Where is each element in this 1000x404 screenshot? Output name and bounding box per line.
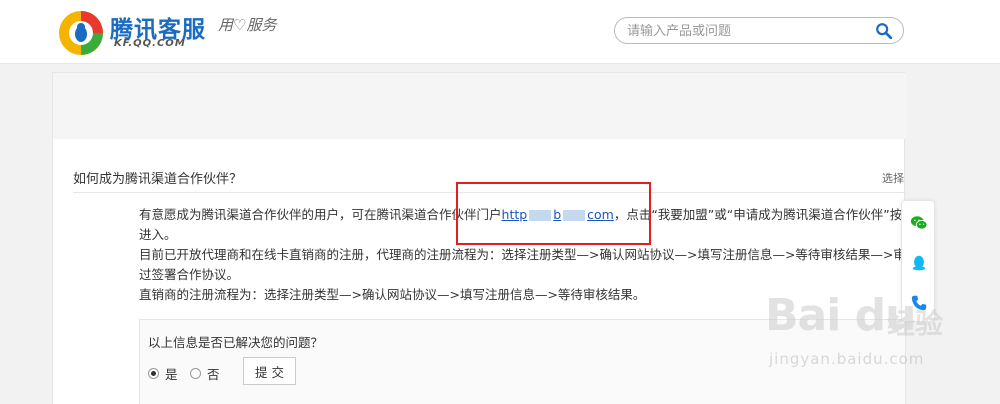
search-box (614, 17, 904, 44)
highlight-annotation (456, 182, 651, 245)
logo-slogan: 用♡服务 (218, 16, 277, 34)
tencent-kf-logo-icon (59, 11, 103, 55)
radio-no[interactable]: 否 (190, 364, 220, 383)
qq-button[interactable] (902, 243, 936, 283)
question-side-label[interactable]: 选择 (882, 170, 904, 186)
wechat-icon (910, 216, 928, 230)
logo-subtitle: KF.QQ.COM (114, 38, 186, 49)
site-header: 腾讯客服 KF.QQ.COM 用♡服务 (0, 0, 1000, 64)
radio-yes[interactable]: 是 (148, 364, 178, 383)
radio-no-dot[interactable] (190, 368, 201, 379)
watermark-url: jingyan.baidu.com (769, 350, 925, 368)
wechat-button[interactable] (902, 203, 936, 243)
watermark-title: 经验 (887, 307, 944, 340)
answer-line: 目前已开放代理商和在线卡直销商的注册，代理商的注册流程为：选择注册类型—>确认网… (139, 247, 931, 262)
radio-yes-dot[interactable] (148, 368, 159, 379)
feedback-question: 以上信息是否已解决您的问题？ (148, 335, 324, 350)
qq-penguin-icon (912, 255, 926, 271)
submit-button[interactable]: 提 交 (243, 357, 296, 385)
search-icon[interactable] (875, 22, 893, 40)
answer-line: 过签署合作协议。 (139, 267, 240, 282)
search-input[interactable] (627, 21, 867, 41)
question-title: 如何成为腾讯渠道合作伙伴？ (73, 172, 243, 187)
site-logo[interactable]: 腾讯客服 KF.QQ.COM 用♡服务 (56, 6, 286, 60)
baidu-jingyan-watermark: Bai du 经验 jingyan.baidu.com (765, 290, 965, 390)
banner-area (53, 73, 906, 139)
